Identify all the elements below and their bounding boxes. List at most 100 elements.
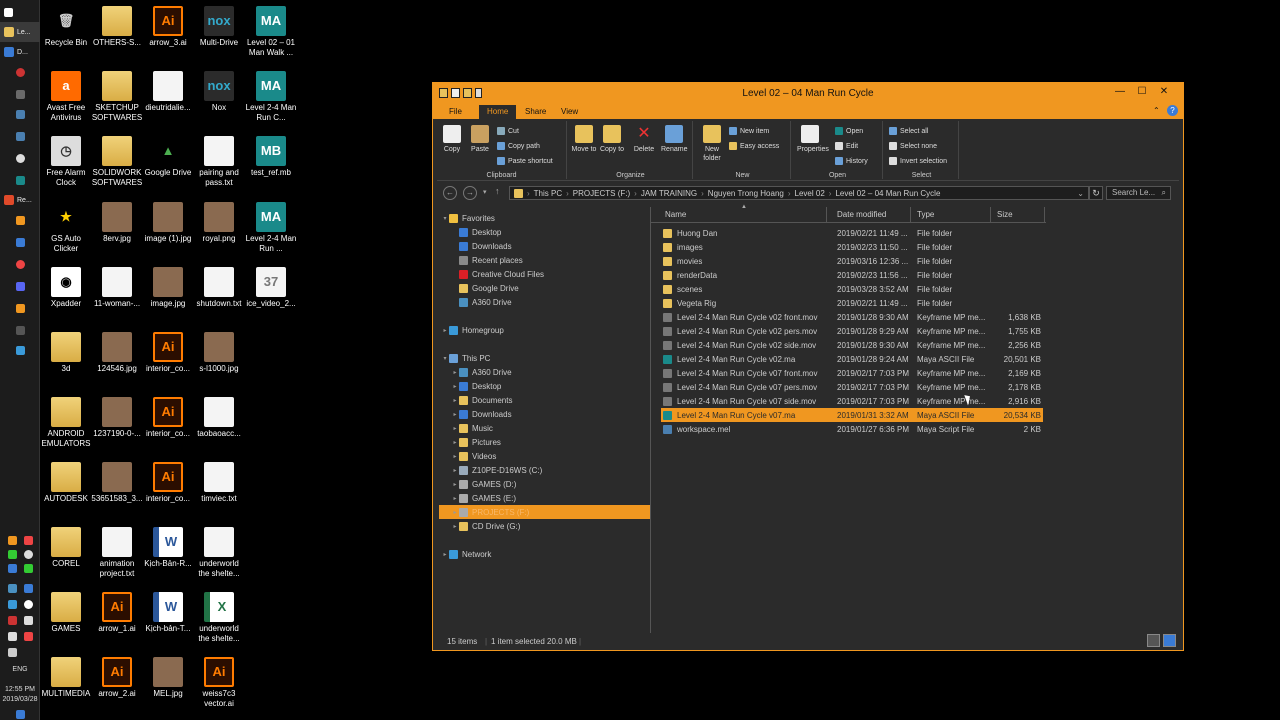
desktop-icon[interactable]: Ai weiss7c3 vector.ai [193, 657, 245, 709]
paste-button[interactable]: Paste [467, 125, 493, 154]
nav-item[interactable]: ▸ Desktop [439, 379, 650, 393]
nav-item[interactable]: Google Drive [439, 281, 650, 295]
history-button[interactable]: History [835, 155, 868, 167]
desktop-icon[interactable]: 3d [40, 332, 92, 374]
address-bar[interactable]: › This PC › PROJECTS (F:) › JAM TRAINING › … [509, 186, 1089, 200]
nav-item[interactable]: Downloads [439, 239, 650, 253]
maximize-button[interactable]: ☐ [1131, 85, 1153, 99]
desktop-icon[interactable]: s-l1000.jpg [193, 332, 245, 374]
desktop-icon[interactable]: Ai interior_co... [142, 462, 194, 504]
expand-arrow-icon[interactable]: ▸ [451, 453, 459, 460]
clock-icon[interactable] [16, 154, 25, 163]
tray-icon[interactable] [8, 564, 17, 573]
desktop-icon[interactable]: nox Nox [193, 71, 245, 113]
desktop-icon[interactable]: SKETCHUP SOFTWARES [91, 71, 143, 123]
tray-icon[interactable] [24, 584, 33, 593]
file-row[interactable]: Level 2-4 Man Run Cycle v07 side.mov 2019… [661, 394, 1043, 408]
expand-arrow-icon[interactable]: ▾ [441, 355, 449, 362]
breadcrumb-item[interactable]: JAM TRAINING [641, 189, 697, 198]
desktop-icon[interactable]: MA Level 2-4 Man Run ... [245, 202, 297, 254]
breadcrumb-item[interactable]: PROJECTS (F:) [573, 189, 630, 198]
desktop-icon[interactable]: image.jpg [142, 267, 194, 309]
clock-date[interactable]: 2019/03/28 [0, 696, 40, 703]
nav-item[interactable]: ▸ CD Drive (G:) [439, 519, 650, 533]
desktop-icon[interactable]: 8erv.jpg [91, 202, 143, 244]
expand-arrow-icon[interactable]: ▸ [451, 397, 459, 404]
tray-icon[interactable] [8, 536, 17, 545]
title-bar[interactable]: Level 02 – 04 Man Run Cycle — ☐ ✕ [433, 83, 1183, 103]
nav-item[interactable]: ▸ Documents [439, 393, 650, 407]
expand-arrow-icon[interactable]: ▸ [451, 425, 459, 432]
desktop-icon[interactable]: Ai arrow_1.ai [91, 592, 143, 634]
nav-item[interactable]: ▾ Favorites [439, 211, 650, 225]
desktop-icon[interactable]: 124546.jpg [91, 332, 143, 374]
expand-arrow-icon[interactable]: ▸ [451, 383, 459, 390]
taskbar-item-desktop[interactable]: D... [0, 42, 40, 62]
desktop-icon[interactable]: ▲ Google Drive [142, 136, 194, 178]
column-date-modified[interactable]: Date modified [833, 207, 911, 223]
tray-icon[interactable] [8, 550, 17, 559]
nav-item[interactable]: ▸ PROJECTS (F:) [439, 505, 650, 519]
breadcrumb-item[interactable]: Level 02 – 04 Man Run Cycle [835, 189, 940, 198]
details-view-button[interactable] [1147, 634, 1160, 647]
tray-icon[interactable] [8, 632, 17, 641]
app-icon[interactable] [16, 216, 25, 225]
file-row[interactable]: Vegeta Rig 2019/02/21 11:49 ... File folde… [661, 296, 1043, 310]
expand-arrow-icon[interactable]: ▸ [451, 467, 459, 474]
nav-item[interactable]: ▸ Homegroup [439, 323, 650, 337]
tray-icon[interactable] [24, 564, 33, 573]
cut-button[interactable]: Cut [497, 125, 519, 137]
tab-home[interactable]: Home [479, 105, 517, 119]
nav-item[interactable]: A360 Drive [439, 295, 650, 309]
desktop-icon[interactable]: MB test_ref.mb [245, 136, 297, 178]
record-icon[interactable] [16, 68, 25, 77]
desktop-icon[interactable]: MA Level 2-4 Man Run C... [245, 71, 297, 123]
nav-item[interactable]: ▸ Network [439, 547, 650, 561]
easy-access-button[interactable]: Easy access [729, 140, 779, 152]
app-icon[interactable] [16, 90, 25, 99]
desktop-icon[interactable]: ANDROID EMULATORS [40, 397, 92, 449]
tray-icon[interactable] [24, 632, 33, 641]
nav-item[interactable]: ▸ Pictures [439, 435, 650, 449]
desktop-icon[interactable]: GAMES [40, 592, 92, 634]
select-all-button[interactable]: Select all [889, 125, 928, 137]
search-input[interactable]: Search Le... ⌕ [1106, 186, 1171, 200]
open-button[interactable]: Open [835, 125, 863, 137]
app-icon[interactable] [16, 110, 25, 119]
close-button[interactable]: ✕ [1153, 85, 1175, 99]
column-size[interactable]: Size [993, 207, 1045, 223]
nav-item[interactable]: ▸ GAMES (E:) [439, 491, 650, 505]
nav-item[interactable]: Recent places [439, 253, 650, 267]
copy-button[interactable]: Copy [439, 125, 465, 154]
desktop-icon[interactable]: Xunderworld the shelte... [193, 592, 245, 644]
desktop-icon[interactable]: royal.png [193, 202, 245, 244]
tray-icon[interactable] [24, 616, 33, 625]
desktop-icon[interactable]: underworld the shelte... [193, 527, 245, 579]
invert-selection-button[interactable]: Invert selection [889, 155, 947, 167]
desktop-icon[interactable]: Ai interior_co... [142, 397, 194, 439]
delete-button[interactable]: ✕ Delete [631, 125, 657, 154]
nav-item[interactable]: ▸ Downloads [439, 407, 650, 421]
app-icon[interactable] [16, 326, 25, 335]
rename-button[interactable]: Rename [661, 125, 687, 154]
desktop-icon[interactable]: MULTIMEDIA [40, 657, 92, 699]
expand-arrow-icon[interactable]: ▸ [451, 439, 459, 446]
desktop-icon[interactable]: 53651583_3... [91, 462, 143, 504]
breadcrumb-item[interactable]: Nguyen Trong Hoang [708, 189, 784, 198]
app-icon[interactable] [16, 346, 25, 355]
new-folder-button[interactable]: New folder [699, 125, 725, 163]
desktop-icon[interactable]: 11-woman-... [91, 267, 143, 309]
language-indicator[interactable]: ENG [0, 666, 40, 673]
desktop-icon[interactable]: a Avast Free Antivirus [40, 71, 92, 123]
nav-item[interactable]: ▸ Videos [439, 449, 650, 463]
desktop-icon[interactable]: MEL.jpg [142, 657, 194, 699]
app-icon[interactable] [16, 304, 25, 313]
tab-share[interactable]: Share [517, 105, 554, 119]
start-button[interactable] [0, 2, 40, 22]
file-row[interactable]: Level 2-4 Man Run Cycle v02 side.mov 2019… [661, 338, 1043, 352]
clock-time[interactable]: 12:55 PM [0, 686, 40, 693]
tray-icon[interactable] [8, 616, 17, 625]
nav-item[interactable]: ▸ GAMES (D:) [439, 477, 650, 491]
expand-arrow-icon[interactable]: ▸ [451, 509, 459, 516]
desktop-icon[interactable]: AUTODESK [40, 462, 92, 504]
